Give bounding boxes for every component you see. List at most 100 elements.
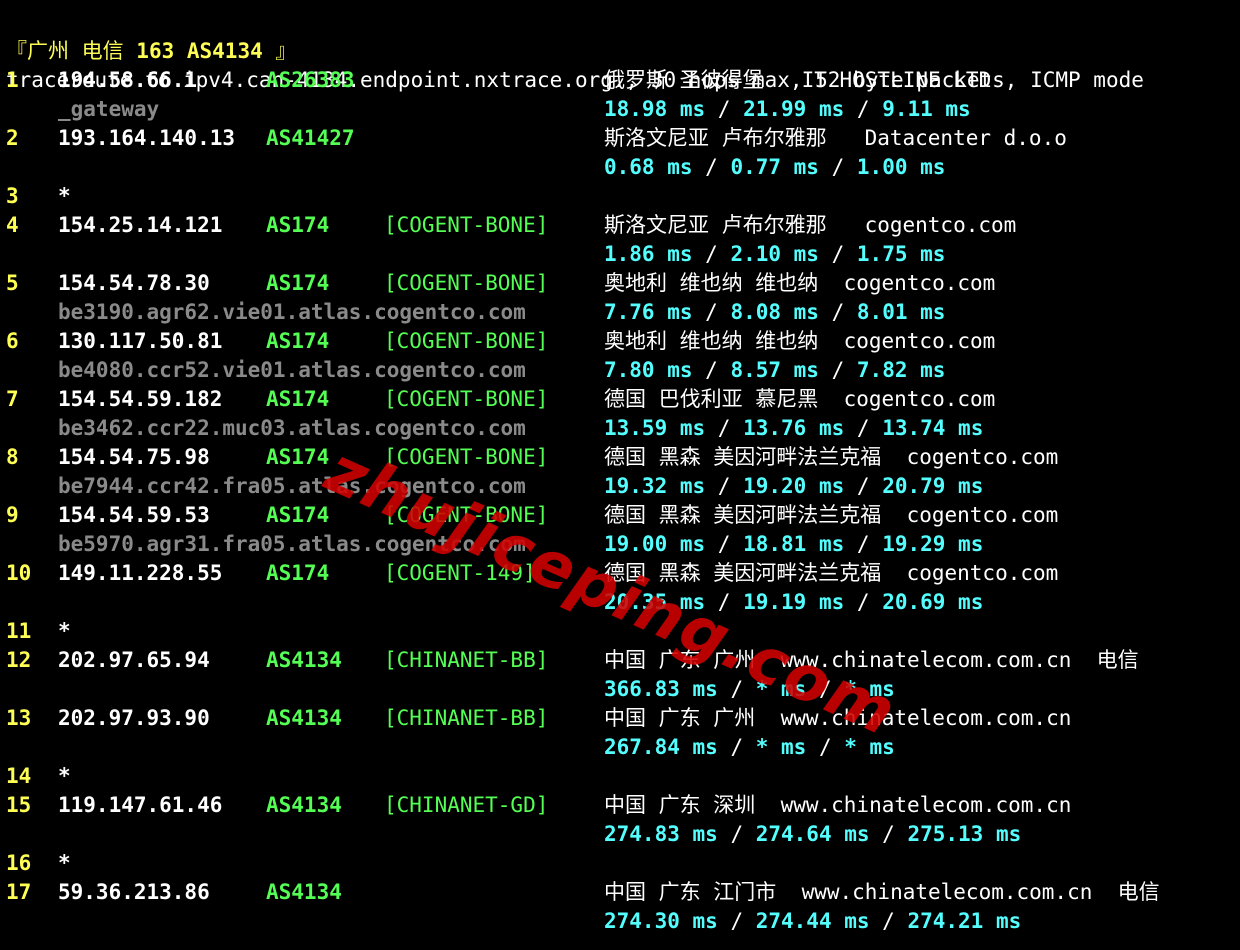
rtt-separator: / — [818, 358, 857, 382]
hop-geo: 斯洛文尼亚 卢布尔雅那 Datacenter d.o.o — [604, 126, 1067, 150]
hop-number: 17 — [6, 880, 32, 904]
rtt-separator: / — [844, 590, 883, 614]
hop-number: 7 — [6, 387, 19, 411]
rtt-separator: / — [869, 822, 908, 846]
hop-tag: [CHINANET-BB] — [384, 648, 549, 672]
hop-asn: AS174 — [266, 561, 330, 585]
rtt-separator: / — [705, 590, 744, 614]
hop-rtt: 366.83 ms / * ms / * ms — [604, 675, 895, 704]
hop-number: 11 — [6, 619, 32, 643]
hop-asn: AS174 — [266, 387, 330, 411]
hop-geo: 中国 广东 深圳 www.chinatelecom.com.cn — [604, 793, 1072, 817]
hop-asn: AS174 — [266, 503, 330, 527]
rtt-value: 0.68 ms — [604, 155, 693, 179]
hop-asn: AS174 — [266, 329, 330, 353]
hop-number: 15 — [6, 793, 32, 817]
rtt-value: 9.11 ms — [882, 97, 971, 121]
rtt-value: 18.81 ms — [743, 532, 845, 556]
rtt-value: 1.86 ms — [604, 242, 693, 266]
rtt-separator: / — [717, 822, 756, 846]
rtt-value: 19.19 ms — [743, 590, 845, 614]
hop-tag: [COGENT-BONE] — [384, 503, 549, 527]
rtt-separator: / — [717, 735, 756, 759]
rtt-value: 18.98 ms — [604, 97, 706, 121]
hop-asn: AS174 — [266, 271, 330, 295]
rtt-value: 0.77 ms — [730, 155, 819, 179]
hop-rtt: 274.30 ms / 274.44 ms / 274.21 ms — [604, 907, 1021, 936]
hop-asn: AS41427 — [266, 126, 355, 150]
hop-tag: [COGENT-BONE] — [384, 329, 549, 353]
command-line: traceroute to ipv4.can-4134.endpoint.nxt… — [0, 37, 1144, 92]
rtt-separator: / — [806, 677, 845, 701]
hop-asn: AS4134 — [266, 648, 342, 672]
rtt-value: 274.44 ms — [755, 909, 870, 933]
hop-number: 4 — [6, 213, 19, 237]
rtt-value: 13.59 ms — [604, 416, 706, 440]
hop-geo: 奥地利 维也纳 维也纳 cogentco.com — [604, 329, 996, 353]
rtt-separator: / — [818, 242, 857, 266]
hop-number: 5 — [6, 271, 19, 295]
hop-ip: 154.54.59.182 — [58, 387, 223, 411]
rtt-value: * ms — [755, 735, 807, 759]
hop-tag: [CHINANET-BB] — [384, 706, 549, 730]
rtt-value: 21.99 ms — [743, 97, 845, 121]
hop-number: 16 — [6, 851, 32, 875]
rtt-separator: / — [844, 416, 883, 440]
hop-ip: 154.54.75.98 — [58, 445, 210, 469]
hop-tag: [COGENT-BONE] — [384, 387, 549, 411]
rtt-value: 20.35 ms — [604, 590, 706, 614]
hop-hostname: be7944.ccr42.fra05.atlas.cogentco.com — [58, 474, 526, 498]
hop-hostname: be3462.ccr22.muc03.atlas.cogentco.com — [58, 416, 526, 440]
rtt-value: 8.01 ms — [856, 300, 946, 324]
rtt-separator: / — [844, 532, 883, 556]
rtt-value: 274.64 ms — [755, 822, 870, 846]
rtt-value: 2.10 ms — [730, 242, 819, 266]
hop-ip: 154.25.14.121 — [58, 213, 223, 237]
rtt-value: 13.76 ms — [743, 416, 845, 440]
rtt-separator: / — [869, 909, 908, 933]
rtt-value: 7.76 ms — [604, 300, 693, 324]
hop-asn: AS4134 — [266, 880, 342, 904]
hop-rtt: 1.86 ms / 2.10 ms / 1.75 ms — [604, 240, 945, 269]
hop-tag: [COGENT-149] — [384, 561, 536, 585]
hop-ip: 194.58.66.1 — [58, 68, 198, 92]
title-line: 『广州 电信 163 AS4134 』 — [0, 8, 296, 63]
hop-ip: * — [58, 184, 71, 208]
rtt-value: 1.00 ms — [856, 155, 946, 179]
rtt-value: 275.13 ms — [907, 822, 1022, 846]
hop-number: 6 — [6, 329, 19, 353]
hop-ip: 202.97.65.94 — [58, 648, 210, 672]
rtt-separator: / — [705, 474, 744, 498]
hop-ip: 193.164.140.13 — [58, 126, 236, 150]
hop-tag: [CHINANET-GD] — [384, 793, 549, 817]
rtt-value: 267.84 ms — [604, 735, 718, 759]
hop-number: 8 — [6, 445, 19, 469]
hop-geo: 德国 黑森 美因河畔法兰克福 cogentco.com — [604, 445, 1059, 469]
hop-hostname: be4080.ccr52.vie01.atlas.cogentco.com — [58, 358, 526, 382]
rtt-value: * ms — [844, 735, 895, 759]
hop-ip: * — [58, 619, 71, 643]
rtt-value: 20.79 ms — [882, 474, 984, 498]
hop-rtt: 18.98 ms / 21.99 ms / 9.11 ms — [604, 95, 971, 124]
terminal-window[interactable]: 『广州 电信 163 AS4134 』 traceroute to ipv4.c… — [0, 0, 1240, 950]
rtt-value: 7.80 ms — [604, 358, 693, 382]
rtt-separator: / — [717, 909, 756, 933]
hop-ip: 154.54.59.53 — [58, 503, 210, 527]
rtt-separator: / — [818, 300, 857, 324]
hop-number: 14 — [6, 764, 32, 788]
rtt-value: 19.32 ms — [604, 474, 706, 498]
rtt-separator: / — [692, 300, 731, 324]
hop-rtt: 267.84 ms / * ms / * ms — [604, 733, 895, 762]
rtt-value: 20.69 ms — [882, 590, 984, 614]
hop-number: 10 — [6, 561, 32, 585]
hop-ip: * — [58, 851, 71, 875]
rtt-separator: / — [692, 358, 731, 382]
trace-title-suffix: 』 — [262, 39, 297, 63]
trace-title-asn: 163 AS4134 — [136, 39, 263, 63]
rtt-separator: / — [818, 155, 857, 179]
rtt-value: 19.00 ms — [604, 532, 706, 556]
hop-geo: 中国 广东 广州 www.chinatelecom.com.cn — [604, 706, 1072, 730]
hop-geo: 斯洛文尼亚 卢布尔雅那 cogentco.com — [604, 213, 1017, 237]
rtt-value: * ms — [755, 677, 807, 701]
hop-number: 9 — [6, 503, 19, 527]
